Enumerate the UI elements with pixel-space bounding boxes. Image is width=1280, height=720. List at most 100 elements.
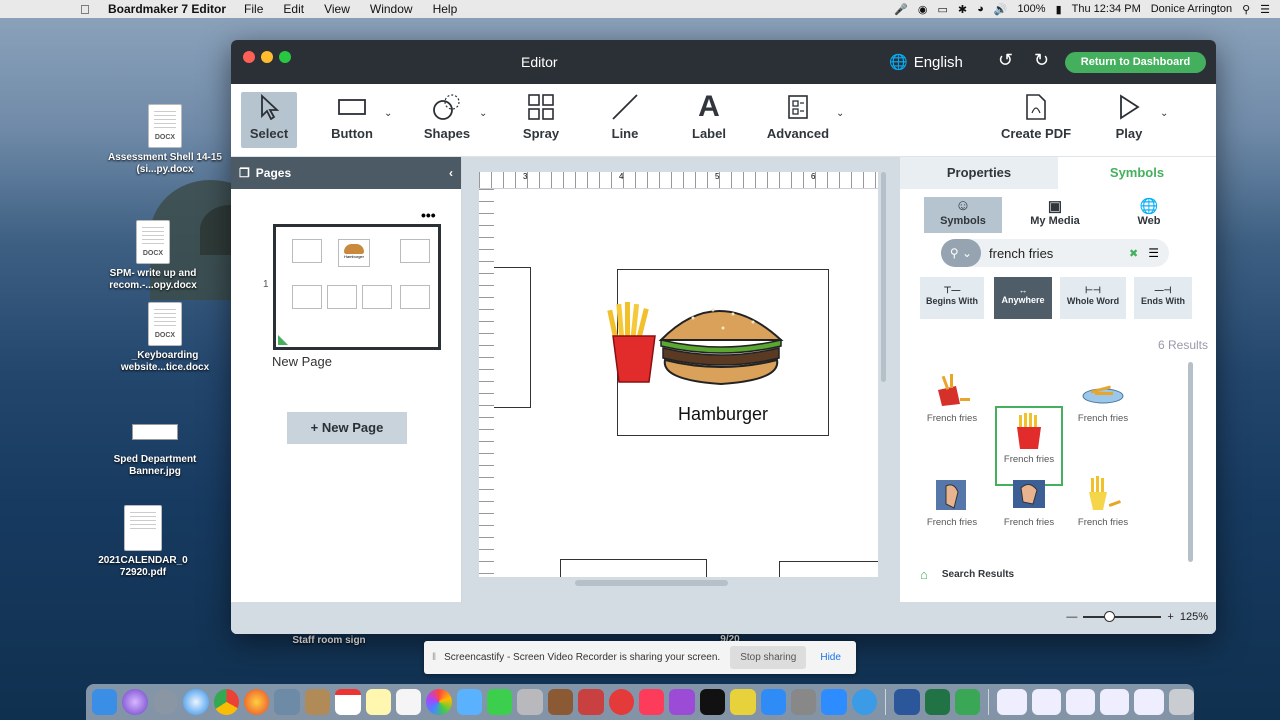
bluetooth-icon[interactable]: ✱ [958, 3, 967, 16]
page-thumbnail[interactable]: Hamburger [273, 224, 441, 350]
menu-app-name[interactable]: Boardmaker 7 Editor [108, 2, 226, 16]
source-my-media[interactable]: ▣ My Media [1016, 197, 1094, 233]
menu-view[interactable]: View [324, 2, 350, 16]
word-icon[interactable] [894, 689, 920, 715]
symbol-button-hamburger[interactable]: Hamburger [607, 269, 829, 436]
symbol-button-bottom-right[interactable] [779, 561, 878, 577]
hide-banner-button[interactable]: Hide [820, 652, 841, 663]
new-page-button[interactable]: + New Page [287, 412, 407, 444]
result-french-fries-4[interactable]: French fries [918, 471, 986, 551]
chevron-down-icon[interactable]: ⌄ [1160, 108, 1168, 119]
menu-edit[interactable]: Edit [283, 2, 304, 16]
preview-icon[interactable] [274, 689, 300, 715]
recent-document-icon[interactable] [1100, 689, 1130, 715]
app-store-icon[interactable] [760, 689, 786, 715]
select-tool[interactable]: Select [241, 92, 297, 148]
pages-app-icon[interactable] [730, 689, 756, 715]
desktop-file-staff-sign[interactable]: Staff room sign [269, 635, 389, 647]
finder-icon[interactable] [92, 689, 118, 715]
symbol-button-bottom-left[interactable] [560, 559, 707, 577]
screencast-app-icon[interactable] [851, 689, 878, 715]
undo-icon[interactable]: ↺ [998, 50, 1013, 71]
chevron-down-icon[interactable]: ⌄ [836, 108, 844, 119]
filter-icon[interactable]: ☰ [1148, 246, 1159, 260]
desktop-file-spm[interactable]: DOCX SPM- write up and recom.-...opy.doc… [93, 220, 213, 292]
firefox-icon[interactable] [243, 689, 270, 715]
button-tool[interactable]: Button [321, 92, 383, 148]
symbol-button-left[interactable] [494, 267, 531, 408]
more-options-icon[interactable]: ••• [421, 207, 436, 223]
source-symbols[interactable]: ☺ Symbols [924, 197, 1002, 233]
wifi-icon[interactable]: ◕ [977, 3, 984, 15]
desktop-file-keyboarding[interactable]: DOCX _Keyboarding website...tice.docx [105, 302, 225, 374]
home-icon[interactable]: ⌂ [920, 567, 928, 582]
language-selector[interactable]: 🌐 English [889, 53, 963, 72]
results-scrollbar[interactable] [1188, 362, 1193, 562]
menu-file[interactable]: File [244, 2, 263, 16]
zoom-app-icon[interactable] [821, 689, 847, 715]
excel-icon[interactable] [924, 689, 950, 715]
system-preferences-icon[interactable] [790, 689, 817, 715]
chevron-down-icon[interactable]: ⌄ [479, 108, 487, 119]
recent-document-icon[interactable] [997, 689, 1027, 715]
photos-icon[interactable] [426, 689, 452, 715]
desktop-file-assessment[interactable]: DOCX Assessment Shell 14-15 (si...py.doc… [105, 104, 225, 176]
canvas-area[interactable]: 3 4 5 6 Hamburger [463, 157, 900, 602]
microphone-icon[interactable]: 🎤 [894, 3, 908, 16]
advanced-tool[interactable]: Advanced [763, 92, 833, 148]
recent-document-icon[interactable] [1134, 689, 1164, 715]
spray-tool[interactable]: Spray [513, 92, 569, 148]
siri-icon[interactable] [122, 689, 148, 715]
boardmaker-icon[interactable] [954, 689, 981, 715]
recent-document-icon[interactable] [1031, 689, 1061, 715]
symbol-label[interactable]: Hamburger [618, 404, 828, 425]
match-ends-with[interactable]: —⊣ Ends With [1134, 277, 1192, 319]
return-to-dashboard-button[interactable]: Return to Dashboard [1065, 52, 1206, 73]
zoom-in-icon[interactable]: + [1167, 611, 1173, 623]
canvas-vertical-scrollbar[interactable] [881, 172, 886, 382]
notes-icon[interactable] [365, 689, 391, 715]
photo-booth-icon[interactable] [517, 689, 543, 715]
collapse-chevron-icon[interactable]: ‹ [449, 166, 453, 180]
minimize-window-icon[interactable] [261, 51, 273, 63]
create-pdf-button[interactable]: Create PDF [999, 92, 1073, 148]
line-tool[interactable]: Line [597, 92, 653, 148]
battery-percent[interactable]: 100% [1017, 3, 1045, 15]
menu-help[interactable]: Help [433, 2, 458, 16]
page-name[interactable]: New Page [272, 354, 332, 369]
launchpad-icon[interactable] [152, 689, 179, 715]
user-name[interactable]: Donice Arrington [1151, 3, 1232, 15]
clock[interactable]: Thu 12:34 PM [1072, 3, 1141, 15]
facetime-icon[interactable] [487, 689, 513, 715]
stop-sharing-button[interactable]: Stop sharing [730, 646, 807, 669]
tab-symbols[interactable]: Symbols [1058, 157, 1216, 189]
control-center-icon[interactable]: ☰ [1260, 3, 1270, 16]
breadcrumb-search-results[interactable]: Search Results [942, 569, 1014, 580]
play-button[interactable]: Play [1103, 92, 1155, 148]
zoom-slider-knob[interactable] [1104, 611, 1116, 622]
calendar-icon[interactable] [335, 689, 361, 715]
match-anywhere[interactable]: ↔ Anywhere [994, 277, 1052, 319]
desktop-file-calendar[interactable]: 2021CALENDAR_0 72920.pdf [83, 505, 203, 579]
clear-search-icon[interactable]: ✖ [1129, 247, 1138, 260]
apple-tv-icon[interactable] [699, 689, 726, 715]
trash-icon[interactable] [1168, 689, 1195, 715]
apple-icon[interactable]:  [80, 2, 94, 17]
menu-window[interactable]: Window [370, 2, 413, 16]
redo-icon[interactable]: ↻ [1034, 50, 1049, 71]
search-input[interactable]: french fries [989, 246, 1129, 261]
news-icon[interactable] [608, 689, 635, 715]
podcasts-icon[interactable] [669, 689, 695, 715]
match-begins-with[interactable]: ⊤— Begins With [920, 277, 984, 319]
reminders-icon[interactable] [395, 689, 422, 715]
contacts-icon[interactable] [304, 689, 331, 715]
page-canvas[interactable]: Hamburger [494, 189, 878, 577]
desktop-file-banner[interactable]: Sped Department Banner.jpg [95, 424, 215, 478]
result-french-fries-5[interactable]: French fries [995, 471, 1063, 551]
result-french-fries-3[interactable]: French fries [1069, 367, 1137, 447]
airplay-icon[interactable]: ▭ [937, 3, 947, 16]
search-icon[interactable]: ⚲ ⌄ [941, 239, 981, 267]
spotlight-icon[interactable]: ⚲ [1242, 3, 1250, 16]
books-icon[interactable] [547, 689, 574, 715]
result-french-fries-1[interactable]: French fries [918, 367, 986, 447]
